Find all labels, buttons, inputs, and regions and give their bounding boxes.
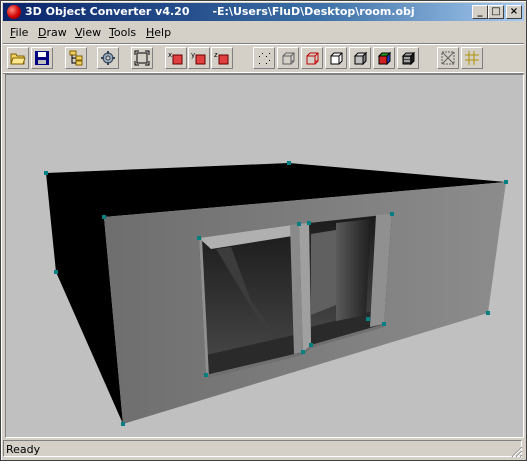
- wireframe-cube-icon: [282, 52, 295, 65]
- floppy-disk-icon: [35, 51, 49, 65]
- status-bar: Ready: [3, 440, 524, 459]
- rotate-x-button[interactable]: x: [165, 47, 187, 69]
- rotate-z-label: z: [214, 51, 218, 59]
- minimize-button[interactable]: _: [472, 5, 488, 19]
- hierarchy-icon: [69, 50, 83, 66]
- menu-bar: File Draw View Tools Help: [3, 23, 524, 41]
- render-hidden-button[interactable]: [325, 47, 347, 69]
- render-wire-button[interactable]: [277, 47, 299, 69]
- render-color-button[interactable]: [373, 47, 395, 69]
- app-logo-icon: [7, 5, 21, 19]
- menu-help[interactable]: Help: [146, 26, 171, 39]
- toolbar: x y z: [3, 43, 524, 73]
- rotate-x-label: x: [168, 51, 172, 59]
- bounding-box-icon: [441, 51, 455, 65]
- window-inner-right-wall: [336, 219, 371, 321]
- resize-grip-icon[interactable]: [511, 446, 523, 458]
- render-points-button[interactable]: [253, 47, 275, 69]
- rotate-z-button[interactable]: z: [211, 47, 233, 69]
- rotate-y-label: y: [191, 51, 195, 59]
- status-text: Ready: [6, 443, 41, 456]
- rotate-y-icon: y: [191, 51, 206, 65]
- window-inner-side: [311, 230, 336, 315]
- close-button[interactable]: ×: [506, 5, 522, 19]
- folder-open-icon: [10, 53, 26, 65]
- menu-view[interactable]: View: [75, 26, 101, 39]
- fit-view-button[interactable]: [131, 47, 153, 69]
- room-model: [44, 161, 508, 426]
- open-button[interactable]: [7, 47, 29, 69]
- gear-icon: [101, 51, 115, 65]
- rotate-x-icon: x: [168, 51, 183, 65]
- app-window: 3D Object Converter v4.20 -E:\Users\FluD…: [0, 0, 527, 461]
- menu-draw[interactable]: Draw: [38, 26, 67, 39]
- maximize-icon: □: [491, 6, 501, 17]
- menu-tools[interactable]: Tools: [109, 26, 136, 39]
- hidden-line-cube-icon: [330, 52, 343, 65]
- fit-frame-icon: [134, 50, 150, 66]
- flat-cube-icon: [353, 51, 368, 66]
- color-cube-icon: [377, 51, 392, 66]
- menu-file[interactable]: File: [10, 26, 28, 39]
- close-icon: ×: [509, 6, 519, 17]
- rotate-y-button[interactable]: y: [188, 47, 210, 69]
- grid-icon: [465, 51, 479, 65]
- grid-button[interactable]: [461, 47, 483, 69]
- tree-button[interactable]: [65, 47, 87, 69]
- rotate-z-icon: z: [214, 51, 229, 65]
- minimize-icon: _: [477, 6, 483, 17]
- window-title: 3D Object Converter v4.20 -E:\Users\FluD…: [25, 5, 415, 18]
- save-button[interactable]: [31, 47, 53, 69]
- settings-button[interactable]: [97, 47, 119, 69]
- 3d-viewport[interactable]: [5, 74, 524, 438]
- title-bar[interactable]: 3D Object Converter v4.20 -E:\Users\FluD…: [3, 3, 524, 21]
- status-pane: [3, 440, 522, 457]
- bounding-box-button[interactable]: [437, 47, 459, 69]
- render-flat-button[interactable]: [349, 47, 371, 69]
- render-wire-red-button[interactable]: [301, 47, 323, 69]
- points-cube-icon: [259, 53, 270, 64]
- render-texture-button[interactable]: [397, 47, 419, 69]
- texture-cube-icon: [401, 51, 416, 66]
- wireframe-red-cube-icon: [306, 52, 319, 65]
- maximize-button[interactable]: □: [488, 5, 504, 19]
